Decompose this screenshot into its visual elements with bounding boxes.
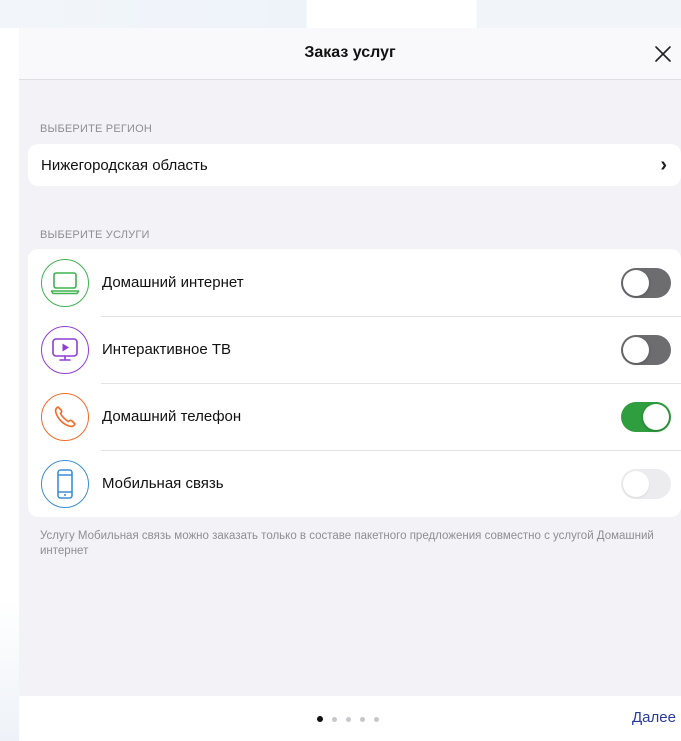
next-button[interactable]: Далее xyxy=(632,709,676,726)
mobile-toggle[interactable] xyxy=(621,468,671,499)
page-dot-3[interactable] xyxy=(346,716,351,722)
mobile-icon xyxy=(41,459,89,508)
page-indicator xyxy=(317,716,379,722)
page-dot-1[interactable] xyxy=(317,716,323,722)
service-label: Интерактивное ТВ xyxy=(102,341,232,358)
page-dot-5[interactable] xyxy=(374,716,379,722)
service-row-tv: Интерактивное ТВ xyxy=(28,316,681,383)
services-section-label: ВЫБЕРИТЕ УСЛУГИ xyxy=(40,229,150,241)
service-row-mobile: Мобильная связь xyxy=(28,450,681,517)
tv-toggle[interactable] xyxy=(621,334,671,365)
services-card: Домашний интернет Интерактивное ТВ Домаш… xyxy=(28,249,681,517)
bottom-bar: Далее xyxy=(19,696,681,741)
phone-icon xyxy=(41,392,89,441)
modal-header: Заказ услуг xyxy=(19,28,681,80)
tv-play-icon xyxy=(41,325,89,374)
laptop-icon xyxy=(41,258,89,307)
service-row-internet: Домашний интернет xyxy=(28,249,681,316)
chevron-right-icon: › xyxy=(660,154,667,176)
phone-toggle[interactable] xyxy=(621,401,671,432)
region-section-label: ВЫБЕРИТЕ РЕГИОН xyxy=(40,123,153,135)
close-icon xyxy=(655,46,671,62)
internet-toggle[interactable] xyxy=(621,267,671,298)
region-selector[interactable]: Нижегородская область › xyxy=(28,144,681,186)
region-value: Нижегородская область xyxy=(41,156,208,174)
service-label: Домашний телефон xyxy=(102,408,242,425)
modal-title: Заказ услуг xyxy=(304,44,396,61)
order-services-modal: Заказ услуг ВЫБЕРИТЕ РЕГИОН Нижегородска… xyxy=(19,28,681,741)
region-card: Нижегородская область › xyxy=(28,144,681,186)
page-dot-2[interactable] xyxy=(332,716,337,722)
service-row-phone: Домашний телефон xyxy=(28,383,681,450)
service-label: Домашний интернет xyxy=(102,274,244,291)
background-header xyxy=(0,0,681,28)
close-button[interactable] xyxy=(649,40,677,68)
service-label: Мобильная связь xyxy=(102,475,224,492)
mobile-service-note: Услугу Мобильная связь можно заказать то… xyxy=(40,530,654,557)
page-dot-4[interactable] xyxy=(360,716,365,722)
